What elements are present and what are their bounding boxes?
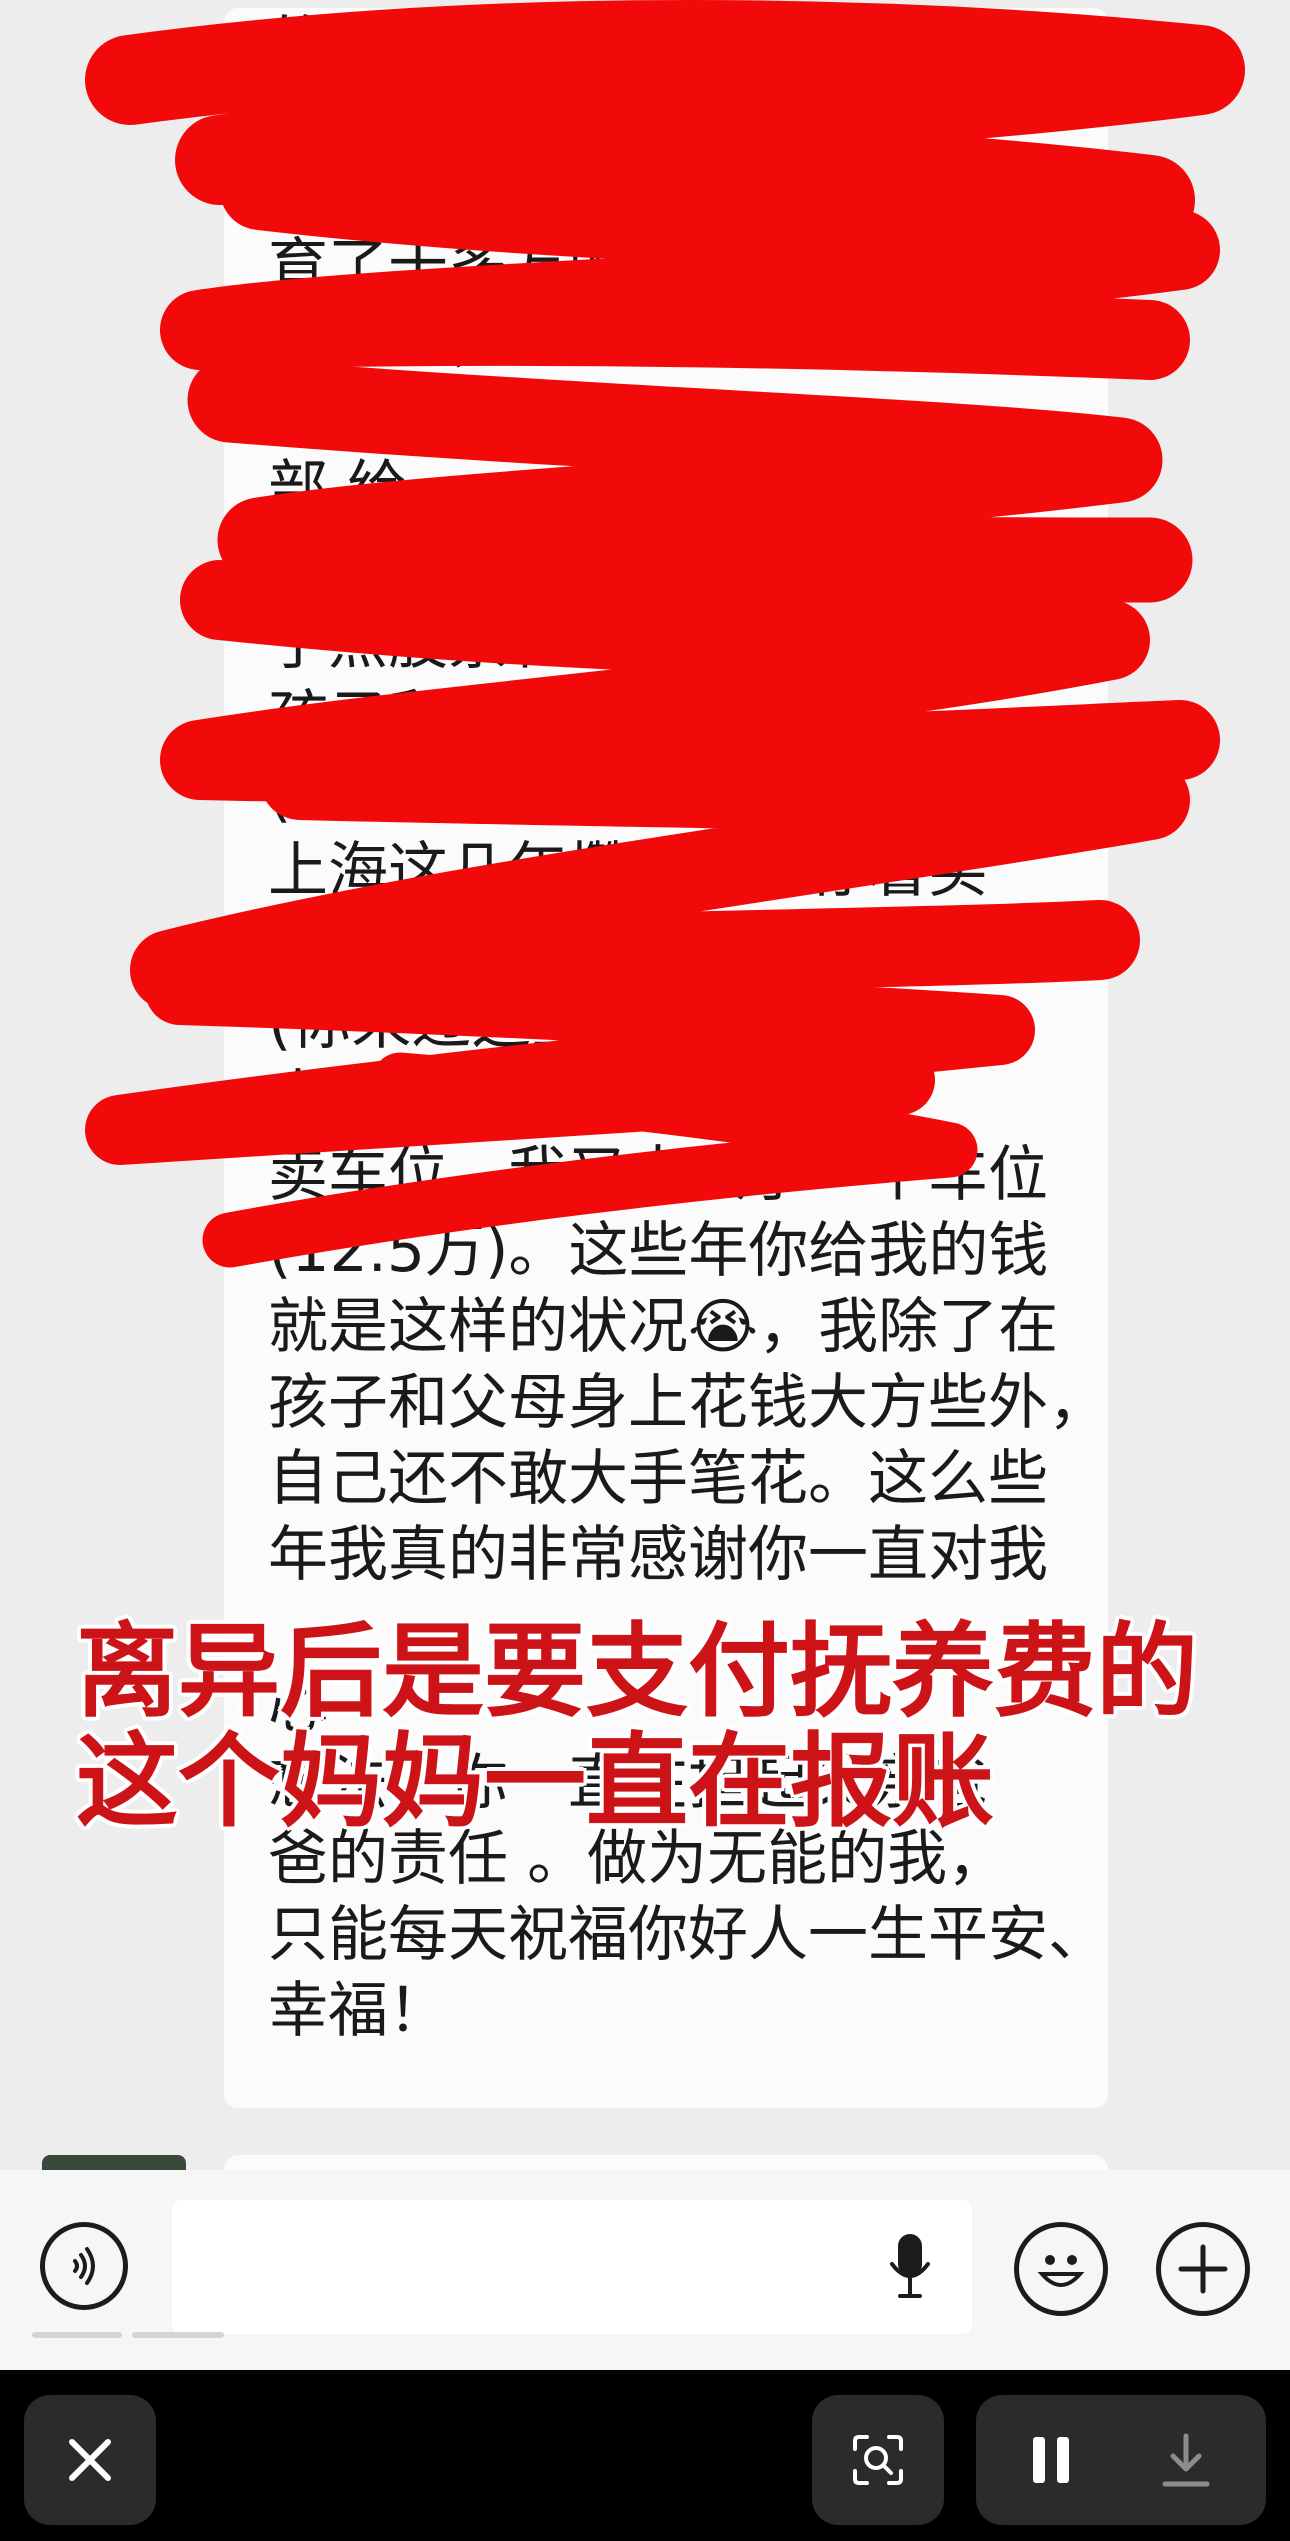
close-button[interactable] bbox=[24, 2395, 156, 2525]
message-line: 只能每天祝福你好人一生平安、 bbox=[268, 1900, 1108, 1970]
message-line: 部 给 bbox=[268, 454, 408, 524]
message-line: 就是这样的状况😭，我除了在 bbox=[268, 1292, 1059, 1362]
chat-area: 的额度 了，还 育了十多万的债务，我的钱 至姐夫，当初 托 ，全 部 给 我的钱… bbox=[0, 0, 1290, 2175]
download-icon bbox=[1162, 2433, 1210, 2487]
message-line: 孩子和自己买了保险 bbox=[268, 684, 808, 754]
voice-wave-icon[interactable] bbox=[40, 2222, 128, 2310]
message-line: 年我真的非常感谢你一直对我 bbox=[268, 1520, 1048, 1590]
download-button[interactable] bbox=[1161, 2432, 1211, 2488]
message-line: ，全 bbox=[268, 380, 388, 450]
message-line: 育了十多万的债务，我的钱 bbox=[268, 232, 988, 302]
message-line: 的房子 bbox=[268, 912, 448, 982]
chat-input-bar bbox=[0, 2170, 1290, 2370]
message-line: (大病险和一些投资险)，在 bbox=[268, 760, 975, 830]
message-line: 卖车位，我又去买了一个车位 bbox=[268, 1140, 1048, 1210]
message-line: (你来过这里的)重装了一下， bbox=[268, 988, 1035, 1058]
message-line: 的额度 bbox=[268, 10, 448, 80]
smiley-icon[interactable] bbox=[1014, 2222, 1108, 2316]
message-line: (12.5万)。这些年你给我的钱 bbox=[268, 1216, 1049, 1286]
message-line: 孩子和父母身上花钱大方些外， bbox=[268, 1368, 1108, 1438]
close-icon bbox=[69, 2439, 111, 2481]
message-line: 我的钱，除了必要开支，我做 bbox=[268, 532, 1048, 602]
message-text-input[interactable] bbox=[172, 2200, 972, 2334]
overlay-caption-line-1: 离异后是要支付抚养费的 bbox=[76, 1613, 1198, 1732]
pause-icon bbox=[1033, 2437, 1069, 2483]
progress-segment bbox=[132, 2332, 224, 2338]
media-control-bar bbox=[0, 2370, 1290, 2541]
overlay-caption-line-2: 这个妈妈一直在报账 bbox=[76, 1723, 994, 1842]
scan-icon bbox=[853, 2435, 903, 2485]
message-line: 了点股票和基金投资，然后给 bbox=[268, 608, 1048, 678]
message-line: 上海这几年攒的钱我存着买 bbox=[268, 836, 988, 906]
message-line: 至姐夫，当初 托 bbox=[268, 306, 708, 376]
message-line: 自己还不敢大手笔花。这么些 bbox=[268, 1444, 1048, 1514]
progress-segment bbox=[32, 2332, 122, 2338]
message-line: 幸福！ bbox=[268, 1976, 448, 2046]
pause-button[interactable] bbox=[1031, 2435, 1071, 2485]
message-line: 去年底开始 bbox=[268, 1064, 568, 1134]
playback-controls bbox=[976, 2395, 1266, 2525]
microphone-icon[interactable] bbox=[888, 2234, 932, 2304]
scan-button[interactable] bbox=[812, 2395, 944, 2525]
plus-icon[interactable] bbox=[1156, 2222, 1250, 2316]
message-line: 了，还 bbox=[268, 158, 448, 228]
